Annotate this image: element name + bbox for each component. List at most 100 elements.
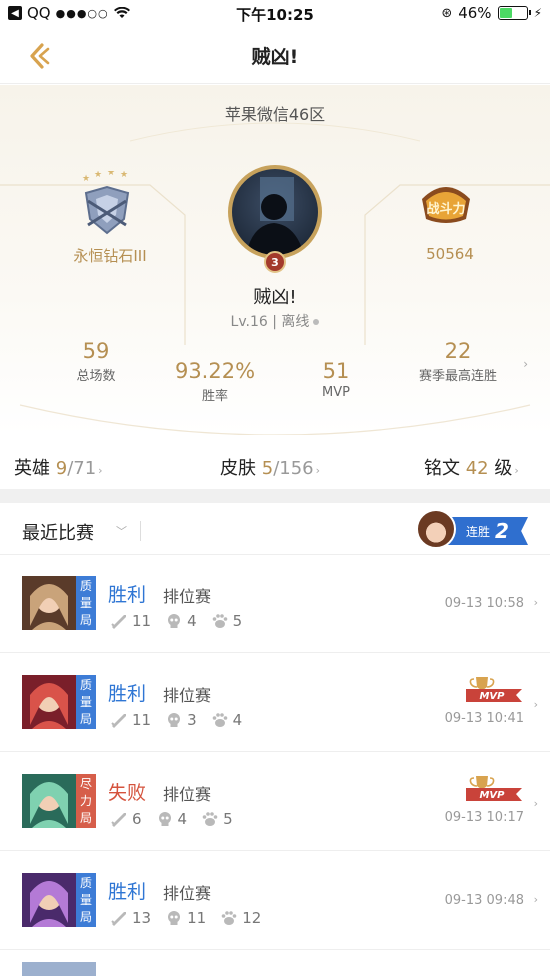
match-time: 09-13 09:48	[444, 893, 524, 908]
heroes-link[interactable]: 英雄 9/71 ›	[14, 454, 103, 480]
stat-label: MVP	[322, 385, 350, 400]
chevron-right-icon: ›	[315, 464, 321, 477]
chevron-right-icon[interactable]: ›	[523, 357, 528, 371]
chevron-right-icon: ›	[98, 464, 103, 477]
heroes-label: 英雄	[14, 458, 50, 479]
recent-matches-header: 最近比赛 ﹀ 连胜 2	[0, 503, 550, 555]
match-result: 胜利	[108, 881, 147, 903]
tag-char: 局	[79, 811, 92, 825]
tag-char: 局	[79, 613, 92, 627]
match-result: 胜利	[108, 584, 147, 606]
match-quality-tag: 质量局	[76, 675, 96, 729]
nav-bar: 贼凶!	[0, 28, 550, 84]
mvp-label: MVP	[479, 691, 505, 702]
match-row[interactable]: 质量局 胜利 排位赛 13 11 12 09-13 09:48 ›	[0, 851, 550, 950]
tag-char: 质	[79, 876, 92, 890]
deaths-value: 11	[187, 909, 207, 927]
match-row[interactable]: 质量局 胜利 排位赛 11 4 5 09-13 10:58 ›	[0, 554, 550, 653]
tag-char: 质	[79, 579, 92, 593]
back-icon[interactable]	[26, 42, 52, 70]
deaths-value: 3	[187, 711, 197, 729]
stat-label: 总场数	[76, 369, 116, 384]
combat-power-value[interactable]: 50564	[380, 245, 520, 263]
hero-avatar-icon	[22, 774, 76, 828]
section-divider	[0, 489, 550, 503]
level-status-text: Lv.16 | 离线	[230, 314, 310, 330]
assists-value: 5	[232, 612, 243, 630]
chevron-right-icon[interactable]: ›	[534, 797, 538, 810]
heroes-total: /71	[67, 458, 97, 479]
stat-value: 51	[322, 359, 350, 383]
match-row[interactable]: 质量局 胜利 排位赛 11 3 4 MVP 09-13 10:41 ›	[0, 653, 550, 752]
offline-dot	[313, 319, 320, 325]
sword-icon	[111, 813, 126, 827]
chevron-down-icon[interactable]: ﹀	[116, 523, 127, 539]
chevron-right-icon[interactable]: ›	[534, 596, 538, 609]
assist-paw-icon	[202, 812, 218, 826]
avatar-silhouette	[246, 177, 304, 255]
chevron-right-icon[interactable]: ›	[534, 893, 538, 906]
stat-label: 赛季最高连胜	[418, 369, 497, 384]
svg-text:★: ★	[82, 174, 90, 184]
match-row[interactable]: 尽力局 失败 排位赛 6 4 5 MVP 09-13 10:17 ›	[0, 752, 550, 851]
recent-matches-title[interactable]: 最近比赛	[22, 519, 94, 545]
runes-link[interactable]: 铭文 42 级 ›	[424, 454, 519, 480]
mvp-label: MVP	[479, 790, 505, 801]
server-name: 苹果微信46区	[224, 105, 326, 124]
sword-icon	[111, 714, 126, 728]
tag-char: 局	[79, 712, 92, 726]
match-kda: 6 4 5	[110, 810, 247, 828]
tag-char: 量	[79, 596, 92, 610]
match-quality-tag: 质量局	[76, 873, 96, 927]
deaths-value: 4	[187, 612, 197, 630]
rune-label: 铭文	[424, 458, 460, 479]
svg-text:战斗力: 战斗力	[426, 201, 465, 217]
stat-win-rate: 93.22% 胜率	[160, 359, 270, 404]
stat-label: 胜率	[201, 389, 228, 404]
match-kda: 11 4 5	[110, 612, 256, 630]
profile-card: 苹果微信46区 ★ ★ ★ ★ 永恒钻石III 3 战斗力 50564 贼凶! …	[0, 85, 550, 435]
kills-value: 6	[132, 810, 142, 828]
hero-portrait: 尽力局	[22, 774, 96, 828]
status-bar: ◀ QQ ●●●○○ 下午10:25 ⊛ 46% ⚡	[0, 0, 550, 28]
match-result: 失败	[108, 782, 147, 804]
stat-value: 59	[82, 339, 110, 363]
tag-char: 质	[79, 678, 92, 692]
streak-mascot-icon	[416, 509, 456, 549]
skull-icon	[168, 614, 181, 628]
combat-power-icon[interactable]: 战斗力	[414, 179, 478, 227]
hero-avatar-icon	[22, 675, 76, 729]
skins-total: /156	[273, 458, 314, 479]
assists-value: 12	[242, 909, 262, 927]
streak-count: 2	[495, 519, 509, 543]
kills-value: 13	[132, 909, 152, 927]
rank-label[interactable]: 永恒钻石III	[40, 245, 180, 266]
streak-label: 连胜	[466, 524, 491, 539]
battery-percent: 46%	[458, 4, 492, 22]
status-right: ⊛ 46% ⚡	[441, 4, 542, 22]
svg-text:★: ★	[107, 171, 115, 178]
skins-link[interactable]: 皮肤 5/156 ›	[220, 454, 320, 480]
mvp-badge-icon: MVP	[466, 677, 522, 702]
charging-icon: ⚡	[533, 6, 542, 20]
hero-portrait: 质量局	[22, 576, 96, 630]
avatar[interactable]	[228, 165, 322, 259]
skins-owned: 5	[261, 458, 274, 479]
collection-summary: 英雄 9/71 › 皮肤 5/156 › 铭文 42 级 ›	[0, 436, 550, 492]
assist-paw-icon	[221, 911, 237, 925]
hero-portrait: 质量局	[22, 873, 96, 927]
battery-icon	[497, 6, 531, 20]
svg-text:★: ★	[120, 171, 128, 180]
kills-value: 11	[132, 711, 152, 729]
match-quality-tag: 质量局	[76, 576, 96, 630]
kills-value: 11	[132, 612, 152, 630]
match-kda: 13 11 12	[110, 909, 275, 927]
skull-icon	[158, 812, 171, 826]
chevron-right-icon[interactable]: ›	[534, 698, 538, 711]
stat-value: 93.22%	[174, 359, 256, 383]
stat-win-streak[interactable]: 22 赛季最高连胜	[402, 339, 514, 384]
diamond-rank-icon[interactable]: ★ ★ ★ ★	[76, 171, 138, 237]
assists-value: 4	[232, 711, 243, 729]
rune-unit: 级	[494, 458, 513, 479]
match-quality-tag: 尽力局	[76, 774, 96, 828]
